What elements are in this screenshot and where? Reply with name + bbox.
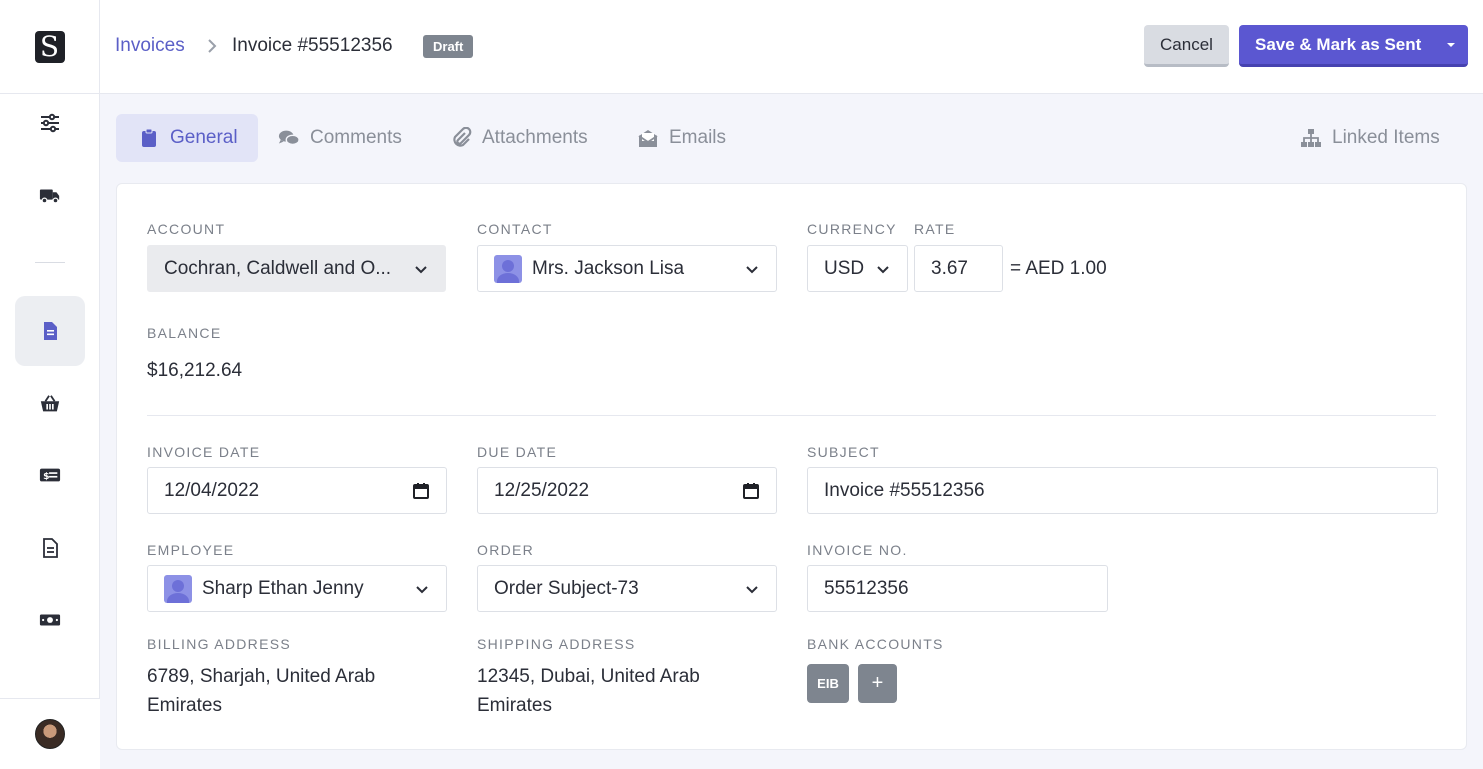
invoice-no-input[interactable]: 55512356 [807,565,1108,612]
svg-text:$: $ [43,471,49,482]
order-label: ORDER [477,542,535,558]
truck-icon[interactable] [15,160,85,230]
top-header: Invoices Invoice #55512356 Draft Cancel … [100,0,1483,94]
invoice-date-label: INVOICE DATE [147,444,261,460]
invoice-icon[interactable] [15,296,85,366]
account-value: Cochran, Caldwell and O... [164,257,392,279]
calendar-icon[interactable] [742,482,760,500]
caret-down-icon [1447,42,1455,47]
sidebar-divider [35,262,65,263]
employee-label: EMPLOYEE [147,542,235,558]
user-area [0,698,100,769]
tab-label: Linked Items [1332,127,1440,148]
envelope-open-icon [638,130,658,147]
billing-address: 6789, Sharjah, United Arab Emirates [147,662,375,720]
invoice-date-value: 12/04/2022 [164,479,260,501]
document-icon[interactable] [15,513,85,583]
billing-address-line1: 6789, Sharjah, United Arab [147,666,376,687]
bank-account-chip[interactable]: EIB [807,664,849,703]
rate-input[interactable]: 3.67 [914,245,1003,292]
avatar[interactable] [35,719,65,749]
rate-conversion: = AED 1.00 [1010,258,1107,279]
employee-value: Sharp Ethan Jenny [202,577,364,599]
rate-value: 3.67 [931,257,968,279]
comments-icon [278,130,300,146]
contact-value: Mrs. Jackson Lisa [532,257,685,279]
invoice-no-value: 55512356 [824,577,909,599]
clipboard-icon [142,128,156,147]
contact-avatar-icon [494,254,522,283]
chevron-down-icon [746,585,758,593]
currency-value: USD [824,257,865,279]
chevron-down-icon [877,265,889,273]
sitemap-icon [1301,129,1321,147]
invoice-no-label: INVOICE NO. [807,542,908,558]
breadcrumb-current: Invoice #55512356 [232,35,393,56]
due-date-value: 12/25/2022 [494,479,590,501]
shipping-address-label: SHIPPING ADDRESS [477,636,636,652]
section-divider [147,415,1436,416]
tab-label: Attachments [482,127,588,148]
rate-label: RATE [914,221,956,237]
account-label: ACCOUNT [147,221,226,237]
money-card-icon[interactable]: $ [15,440,85,510]
shipping-address: 12345, Dubai, United Arab Emirates [477,662,700,720]
billing-address-line2: Emirates [147,695,222,716]
save-button-label: Save & Mark as Sent [1255,34,1422,54]
bank-accounts-label: BANK ACCOUNTS [807,636,944,652]
tab-general[interactable]: General [116,114,258,162]
tab-label: Emails [669,127,727,148]
currency-select[interactable]: USD [807,245,908,292]
subject-input[interactable]: Invoice #55512356 [807,467,1438,514]
employee-select[interactable]: Sharp Ethan Jenny [147,565,447,612]
general-form-card: ACCOUNT Cochran, Caldwell and O... CONTA… [116,183,1467,750]
tab-label: General [170,127,238,148]
due-date-field[interactable]: 12/25/2022 [477,467,777,514]
tab-label: Comments [310,127,402,148]
balance-value: $16,212.64 [147,360,243,381]
calendar-icon[interactable] [412,482,430,500]
invoice-date-field[interactable]: 12/04/2022 [147,467,447,514]
order-select[interactable]: Order Subject-73 [477,565,777,612]
tab-emails[interactable]: Emails [637,114,726,162]
due-date-label: DUE DATE [477,444,558,460]
cancel-button[interactable]: Cancel [1144,25,1229,67]
subject-value: Invoice #55512356 [824,479,985,501]
order-value: Order Subject-73 [494,577,639,599]
logo-area: S [0,0,99,94]
shipping-address-line1: 12345, Dubai, United Arab [477,666,700,687]
tab-linked-items[interactable]: Linked Items [1300,114,1440,162]
sidebar: S $ [0,0,100,769]
chevron-down-icon [415,265,427,273]
chevron-down-icon [746,265,758,273]
status-badge: Draft [423,35,474,58]
account-select[interactable]: Cochran, Caldwell and O... [147,245,446,292]
tab-attachments[interactable]: Attachments [450,114,588,162]
chevron-right-icon [208,39,217,53]
tab-comments[interactable]: Comments [278,114,402,162]
save-options-dropdown[interactable] [1434,25,1468,64]
save-mark-sent-button[interactable]: Save & Mark as Sent [1239,25,1468,67]
shipping-address-line2: Emirates [477,695,552,716]
balance-label: BALANCE [147,325,222,341]
subject-label: SUBJECT [807,444,880,460]
paperclip-icon [453,127,472,147]
app-logo[interactable]: S [34,30,65,63]
add-bank-account-button[interactable]: + [858,664,897,703]
breadcrumb-invoices-link[interactable]: Invoices [115,35,185,57]
cash-icon[interactable] [15,585,85,655]
currency-label: CURRENCY [807,221,897,237]
billing-address-label: BILLING ADDRESS [147,636,291,652]
employee-avatar-icon [164,574,192,603]
contact-select[interactable]: Mrs. Jackson Lisa [477,245,777,292]
basket-icon[interactable] [15,369,85,439]
sliders-icon[interactable] [15,88,85,158]
contact-label: CONTACT [477,221,553,237]
chevron-down-icon [416,585,428,593]
